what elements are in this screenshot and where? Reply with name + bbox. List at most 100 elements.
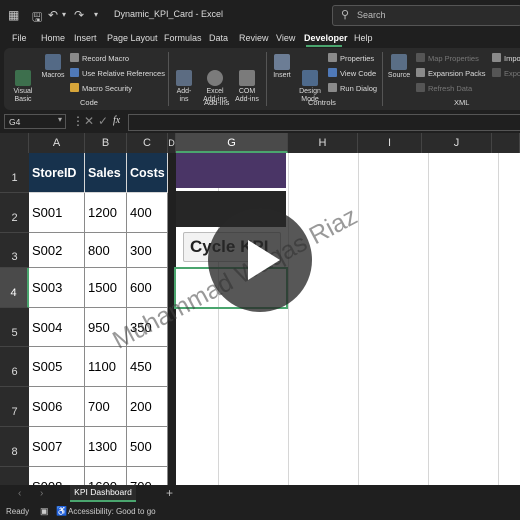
customize-qat-icon[interactable]: ▾ [94, 10, 98, 19]
row-header-5[interactable]: 5 [0, 308, 29, 347]
enter-icon[interactable]: ✓ [98, 114, 108, 128]
table-cell[interactable]: S002 [29, 233, 85, 268]
column-header-a[interactable]: A [29, 133, 85, 153]
expansion-packs-button[interactable]: Expansion Packs [416, 68, 486, 78]
table-cell[interactable]: S005 [29, 347, 85, 387]
row-header-4[interactable]: 4 [0, 268, 29, 308]
view-code-button[interactable]: View Code [328, 68, 376, 78]
row-header-3[interactable]: 3 [0, 233, 29, 268]
row-header-6[interactable]: 6 [0, 347, 29, 387]
tab-review[interactable]: Review [239, 33, 269, 43]
table-cell[interactable]: 800 [85, 233, 127, 268]
table-cell[interactable]: 700 [127, 467, 168, 485]
next-sheet-icon[interactable]: › [40, 488, 43, 499]
insert-control-button[interactable]: Insert [270, 54, 294, 80]
table-cell[interactable]: 500 [127, 427, 168, 467]
insert-function-icon[interactable]: fx [113, 115, 120, 126]
search-input[interactable]: ⚲ Search [332, 5, 520, 26]
row-header-2[interactable]: 2 [0, 193, 29, 233]
redo-icon[interactable]: ↷ [74, 8, 84, 22]
kpi-card-top[interactable] [176, 153, 286, 188]
export-label: Export [504, 69, 520, 78]
name-box[interactable]: G4 [4, 114, 66, 129]
table-cell[interactable]: 1300 [85, 427, 127, 467]
table-header-storeid[interactable]: StoreID [29, 153, 85, 193]
document-title: Dynamic_KPI_Card - Excel [114, 9, 224, 19]
table-cell[interactable]: S006 [29, 387, 85, 427]
table-header-sales[interactable]: Sales [85, 153, 127, 193]
save-icon[interactable]: 🖫 [32, 8, 42, 29]
row-header-9[interactable] [0, 467, 29, 485]
name-box-dropdown-icon[interactable]: ▾ [58, 115, 62, 124]
add-ins-label: Add- ins [176, 88, 192, 103]
add-sheet-icon[interactable]: + [166, 486, 173, 500]
tab-help[interactable]: Help [354, 33, 373, 43]
tab-page-layout[interactable]: Page Layout [107, 33, 158, 43]
tab-data[interactable]: Data [209, 33, 228, 43]
table-cell[interactable]: S001 [29, 193, 85, 233]
video-play-button[interactable] [208, 208, 312, 312]
macros-button[interactable]: Macros [40, 54, 66, 80]
table-cell[interactable]: 200 [127, 387, 168, 427]
tab-home[interactable]: Home [41, 33, 65, 43]
properties-button[interactable]: Properties [328, 53, 374, 63]
source-button[interactable]: Source [386, 54, 412, 80]
undo-icon[interactable]: ↶ [48, 8, 58, 22]
column-header-d[interactable]: D [168, 133, 176, 153]
tab-formulas[interactable]: Formulas [164, 33, 202, 43]
tab-view[interactable]: View [276, 33, 295, 43]
table-cell[interactable]: 1500 [85, 268, 127, 308]
refresh-data-button[interactable]: Refresh Data [416, 83, 472, 93]
column-header-g[interactable]: G [176, 133, 288, 153]
table-cell[interactable]: 400 [127, 193, 168, 233]
row-header-1[interactable]: 1 [0, 153, 29, 193]
row-header-8[interactable]: 8 [0, 427, 29, 467]
table-cell[interactable]: S004 [29, 308, 85, 347]
record-macro-button[interactable]: Record Macro [70, 53, 129, 63]
select-all-corner[interactable] [0, 133, 29, 153]
tab-developer[interactable]: Developer [304, 33, 348, 43]
column-header-c[interactable]: C [127, 133, 168, 153]
macro-record-icon[interactable]: ▣ [40, 506, 49, 517]
macros-icon [45, 54, 61, 70]
column-header-k[interactable] [492, 133, 520, 153]
table-cell[interactable]: 1600 [85, 467, 127, 485]
run-dialog-button[interactable]: Run Dialog [328, 83, 377, 93]
undo-dropdown-icon[interactable]: ▾ [62, 10, 66, 19]
export-icon [492, 68, 501, 77]
formula-input[interactable] [128, 114, 520, 131]
menu-bar: File Home Insert Page Layout Formulas Da… [0, 31, 520, 47]
column-header-h[interactable]: H [288, 133, 358, 153]
use-relative-references-button[interactable]: Use Relative References [70, 68, 165, 78]
table-cell[interactable]: S007 [29, 427, 85, 467]
tab-file[interactable]: File [12, 33, 27, 43]
accessibility-icon[interactable]: ♿ [56, 506, 67, 517]
table-header-costs[interactable]: Costs [127, 153, 168, 193]
search-placeholder: Search [357, 10, 386, 20]
com-add-ins-button[interactable]: COM Add-ins [232, 54, 262, 112]
map-properties-button[interactable]: Map Properties [416, 53, 479, 63]
table-cell[interactable]: S003 [29, 268, 85, 308]
import-button[interactable]: Import [492, 53, 520, 63]
cancel-icon[interactable]: ✕ [84, 114, 94, 128]
table-cell[interactable]: 300 [127, 233, 168, 268]
column-header-j[interactable]: J [422, 133, 492, 153]
status-accessibility[interactable]: Accessibility: Good to go [68, 507, 156, 516]
row-header-7[interactable]: 7 [0, 387, 29, 427]
excel-app-icon: ▦ [8, 8, 20, 22]
visual-basic-button[interactable]: Visual Basic [10, 54, 36, 112]
column-header-b[interactable]: B [85, 133, 127, 153]
table-cell[interactable]: S008 [29, 467, 85, 485]
insert-label: Insert [273, 72, 291, 79]
column-header-i[interactable]: I [358, 133, 422, 153]
export-button[interactable]: Export [492, 68, 520, 78]
macro-security-button[interactable]: Macro Security [70, 83, 132, 93]
previous-sheet-icon[interactable]: ‹ [18, 488, 21, 499]
table-cell[interactable]: 1200 [85, 193, 127, 233]
table-cell[interactable]: 450 [127, 347, 168, 387]
table-cell[interactable]: 700 [85, 387, 127, 427]
tab-insert[interactable]: Insert [74, 33, 97, 43]
add-ins-button[interactable]: Add- ins [172, 54, 196, 112]
sheet-tab-kpi-dashboard[interactable]: KPI Dashboard [70, 485, 136, 502]
visual-basic-label: Visual Basic [13, 88, 33, 103]
